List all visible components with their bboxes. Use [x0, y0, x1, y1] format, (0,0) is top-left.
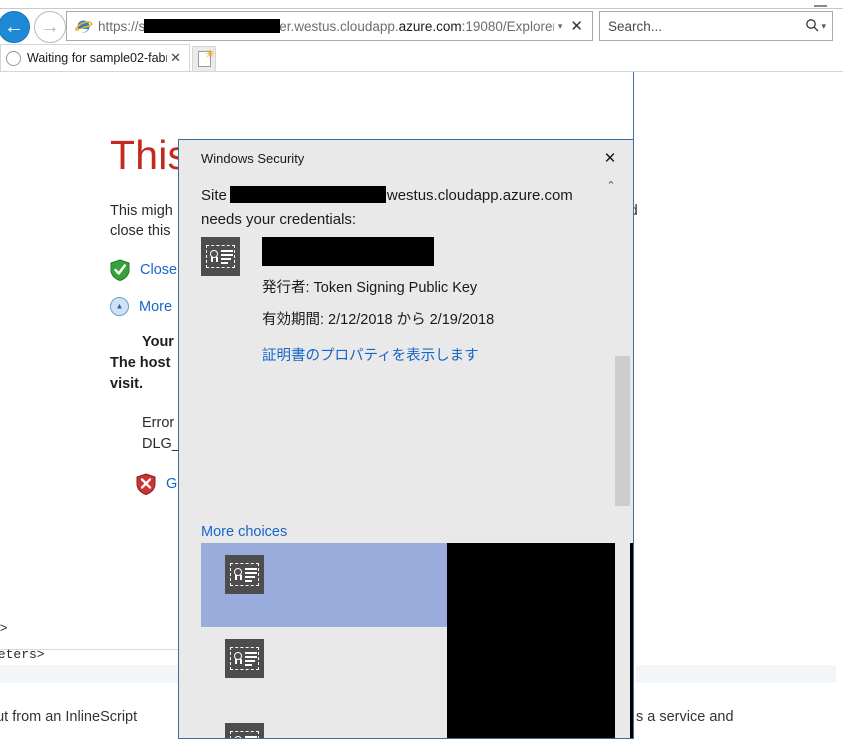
certificate-ribbon-right	[216, 257, 218, 262]
back-arrow-icon: ←	[4, 16, 24, 38]
url-domain: azure.com	[398, 18, 462, 34]
minimize-icon	[813, 5, 827, 7]
shield-red-icon	[136, 473, 156, 496]
needs-credentials-label: needs your credentials:	[201, 211, 357, 228]
certificate-ribbon-right	[240, 575, 242, 580]
console-highlight-block-right	[636, 665, 836, 683]
more-choices-label[interactable]: More choices	[201, 524, 287, 540]
tab-close-button[interactable]: ✕	[167, 50, 184, 66]
certificate-ribbon-left	[235, 575, 237, 580]
dialog-close-button[interactable]: ✕	[599, 148, 621, 168]
search-dropdown-icon[interactable]: ▾	[821, 21, 826, 32]
error-detail-line1: Your P	[142, 334, 188, 350]
tab-strip: Waiting for sample02-fabri... ✕ ✳	[0, 44, 843, 72]
url-prefix: https://s	[98, 18, 146, 34]
certificate-icon	[225, 555, 264, 594]
certificate-line-4	[221, 262, 228, 264]
error-description-line2: close this	[110, 223, 171, 239]
search-icon[interactable]	[805, 18, 819, 35]
certificate-line-4	[245, 580, 252, 582]
dialog-titlebar: Windows Security ✕	[179, 140, 633, 176]
shield-green-icon	[110, 259, 130, 282]
certificate-line-1	[245, 652, 257, 654]
loading-spinner-icon	[6, 50, 21, 66]
certificate-icon	[201, 237, 240, 276]
certificate-ribbon-left	[211, 257, 213, 262]
back-button[interactable]: ←	[0, 11, 30, 43]
error-detail-line2-left: The host	[110, 355, 171, 371]
certificate-line-1	[245, 736, 257, 738]
dialog-scrollbar-thumb[interactable]	[615, 356, 630, 506]
certificate-ribbon-right	[240, 659, 242, 664]
browser-chrome: ← → https://s er.westus.cloudapp.azure.co…	[0, 0, 843, 72]
chrome-divider	[0, 8, 843, 9]
error-detail-line3: visit.	[110, 376, 144, 392]
more-information-link[interactable]: More	[139, 299, 172, 315]
primary-certificate[interactable]: 発行者: Token Signing Public Key 有効期間: 2/12…	[201, 237, 601, 365]
tab-active[interactable]: Waiting for sample02-fabri... ✕	[0, 44, 190, 71]
address-bar[interactable]: https://s er.westus.cloudapp.azure.com:19…	[66, 11, 593, 41]
certificate-icon	[225, 723, 264, 738]
primary-certificate-issuer: 発行者: Token Signing Public Key	[262, 280, 478, 296]
url-suffix: er.westus.cloudapp.	[279, 18, 399, 34]
new-tab-star-icon: ✳	[205, 47, 216, 61]
error-description-left: This migh	[110, 203, 173, 219]
certificate-line-2	[245, 572, 257, 574]
chevron-up-icon[interactable]: ⌃	[601, 178, 621, 192]
chevron-up-circle-icon: ▲	[110, 297, 129, 316]
stop-icon[interactable]: ✕	[570, 17, 588, 35]
url-text: https://s er.westus.cloudapp.azure.com:19…	[98, 18, 554, 34]
new-tab-button[interactable]: ✳	[192, 46, 216, 71]
console-text-right: s a service and	[636, 709, 734, 725]
site-domain: westus.cloudapp.azure.com	[386, 187, 573, 204]
site-redaction-block	[229, 186, 386, 203]
primary-certificate-validity: 有効期間: 2/12/2018 から 2/19/2018	[262, 312, 495, 328]
choices-redaction-block	[447, 545, 633, 738]
certificate-line-4	[245, 664, 252, 666]
certificate-line-3	[245, 576, 255, 578]
certificate-ribbon-left	[235, 659, 237, 664]
view-certificate-properties-link[interactable]: 証明書のプロパティを表示します	[262, 344, 601, 365]
console-code-line2: meters>	[0, 647, 45, 662]
address-dropdown-icon[interactable]: ▾	[554, 21, 571, 32]
primary-certificate-name-redaction	[262, 237, 434, 266]
window-minimize-button[interactable]	[809, 1, 831, 11]
forward-button[interactable]: →	[34, 11, 66, 43]
dialog-scrollbar[interactable]	[615, 196, 630, 738]
dialog-site-prompt: Site westus.cloudapp.azure.com needs your…	[201, 184, 601, 232]
tab-title: Waiting for sample02-fabri...	[27, 51, 167, 65]
certificate-line-1	[221, 250, 233, 252]
certificate-line-2	[245, 656, 257, 658]
search-box[interactable]: ▾	[599, 11, 833, 41]
windows-security-dialog: Windows Security ✕ ⌃ Site westus.cloudapp…	[178, 139, 634, 739]
certificate-icon	[225, 639, 264, 678]
certificate-line-2	[221, 254, 233, 256]
certificate-line-1	[245, 568, 257, 570]
certificate-line-3	[221, 258, 231, 260]
url-redaction-block	[144, 18, 281, 33]
forward-arrow-icon: →	[40, 16, 60, 38]
chevron-up-glyph: ▲	[115, 301, 124, 311]
search-input[interactable]	[606, 17, 806, 35]
console-text-left: tput from an InlineScript	[0, 709, 138, 725]
close-page-link[interactable]: Close	[140, 262, 177, 278]
console-code-line1: <>	[0, 621, 8, 636]
dialog-title: Windows Security	[201, 151, 305, 166]
internet-explorer-icon	[74, 17, 93, 36]
site-label: Site	[201, 187, 227, 204]
url-port-path: :19080/Explorer/	[461, 18, 554, 34]
certificate-line-3	[245, 660, 255, 662]
